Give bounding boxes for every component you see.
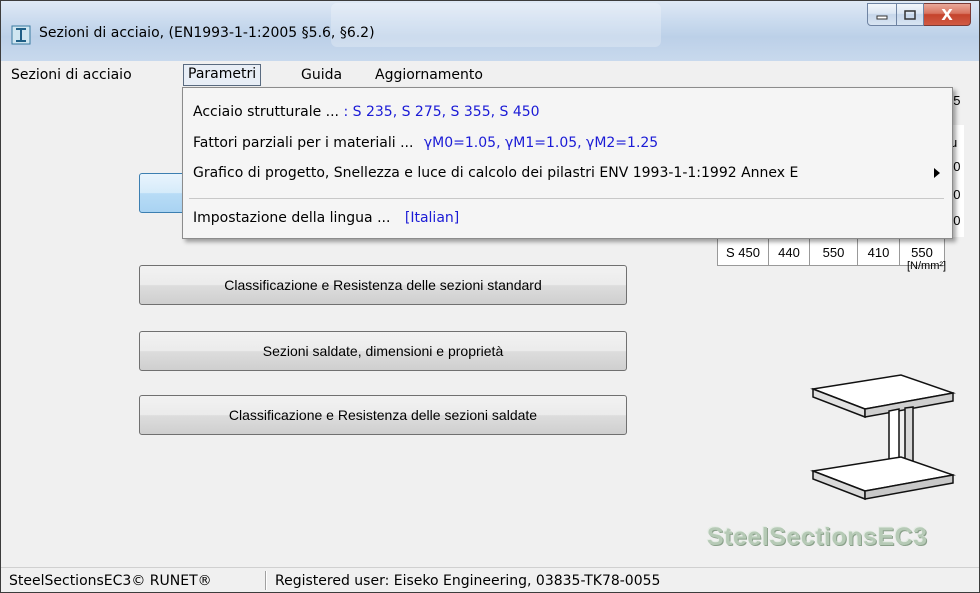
table-cell: 440 bbox=[769, 239, 810, 265]
menu-item-label: Grafico di progetto, Snellezza e luce di… bbox=[193, 165, 799, 181]
status-copyright: SteelSectionsEC3© RUNET® bbox=[9, 573, 212, 589]
menu-aggiornamento[interactable]: Aggiornamento bbox=[371, 65, 487, 85]
app-icon[interactable] bbox=[11, 25, 31, 45]
menu-sezioni-di-acciaio[interactable]: Sezioni di acciaio bbox=[7, 65, 136, 85]
menu-item-label: Impostazione della lingua ... bbox=[193, 210, 391, 226]
window-controls: X bbox=[867, 3, 971, 26]
welded-sections-properties-button[interactable]: Sezioni saldate, dimensioni e proprietà bbox=[139, 331, 627, 371]
title-glass bbox=[331, 3, 661, 47]
submenu-arrow-icon bbox=[934, 168, 940, 178]
app-window: Sezioni di acciaio, (EN1993-1-1:2005 §5.… bbox=[0, 0, 980, 593]
table-cell: 550 bbox=[810, 239, 858, 265]
menu-item-label: Acciaio strutturale ... bbox=[193, 104, 340, 120]
menu-item-value: γM0=1.05, γM1=1.05, γM2=1.25 bbox=[423, 135, 659, 151]
menu-separator bbox=[189, 198, 944, 199]
status-divider bbox=[265, 571, 266, 590]
standard-sections-button[interactable]: Classificazione e Resistenza delle sezio… bbox=[139, 265, 627, 305]
menu-guida[interactable]: Guida bbox=[297, 65, 346, 85]
menu-bar: Sezioni di acciaio Parametri Guida Aggio… bbox=[1, 61, 979, 87]
menu-parametri[interactable]: Parametri bbox=[183, 64, 262, 86]
menu-item-grafico-di-progetto[interactable]: Grafico di progetto, Snellezza e luce di… bbox=[193, 163, 798, 183]
status-registered-user: Registered user: Eiseko Engineering, 038… bbox=[275, 573, 661, 589]
status-bar: SteelSectionsEC3© RUNET® Registered user… bbox=[1, 567, 979, 592]
menu-item-label: Fattori parziali per i materiali ... bbox=[193, 135, 414, 151]
window-title: Sezioni di acciaio, (EN1993-1-1:2005 §5.… bbox=[39, 25, 375, 41]
stress-unit-label: [N/mm²] bbox=[907, 260, 947, 272]
table-cell-grade: S 450 bbox=[718, 239, 769, 265]
menu-item-value: : S 235, S 275, S 355, S 450 bbox=[343, 104, 540, 120]
close-button[interactable]: X bbox=[924, 3, 971, 26]
parametri-dropdown-menu: Acciaio strutturale ... : S 235, S 275, … bbox=[182, 87, 953, 239]
minimize-icon bbox=[876, 15, 888, 19]
menu-item-value: [Italian] bbox=[404, 210, 460, 226]
close-icon: X bbox=[941, 5, 953, 24]
title-bar[interactable]: Sezioni di acciaio, (EN1993-1-1:2005 §5.… bbox=[1, 1, 979, 61]
menu-item-fattori-parziali[interactable]: Fattori parziali per i materiali ... γM0… bbox=[193, 133, 658, 153]
menu-item-acciaio-strutturale[interactable]: Acciaio strutturale ... : S 235, S 275, … bbox=[193, 102, 540, 122]
menu-item-impostazione-lingua[interactable]: Impostazione della lingua ... [Italian] bbox=[193, 208, 459, 228]
brand-logo: SteelSectionsEC3 bbox=[707, 523, 928, 551]
maximize-button[interactable] bbox=[897, 3, 924, 26]
table-cell: 410 bbox=[858, 239, 900, 265]
i-beam-icon bbox=[810, 374, 956, 501]
minimize-button[interactable] bbox=[867, 3, 897, 26]
welded-sections-resistance-button[interactable]: Classificazione e Resistenza delle sezio… bbox=[139, 395, 627, 435]
maximize-icon bbox=[904, 9, 916, 20]
